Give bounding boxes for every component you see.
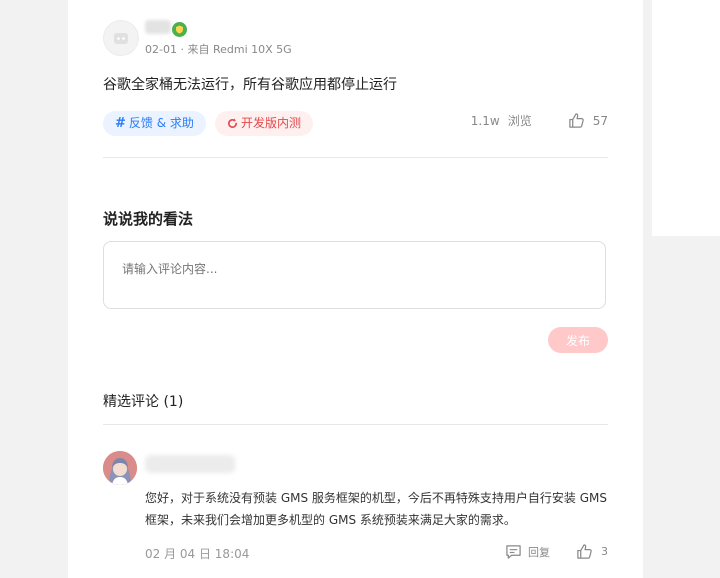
sidebar-panel (652, 0, 720, 236)
commenter-avatar[interactable] (103, 451, 137, 485)
reply-label: 回复 (528, 545, 550, 559)
post-content: 谷歌全家桶无法运行，所有谷歌应用都停止运行 (103, 77, 397, 93)
comment-text: 您好，对于系统没有预装 GMS 服务框架的机型，今后不再特殊支持用户自行安装 G… (145, 491, 607, 527)
default-avatar-icon (114, 33, 128, 44)
reply-section-title: 说说我的看法 (103, 210, 194, 228)
author-name-redacted[interactable] (145, 20, 171, 34)
views-count: 1.1w (470, 113, 500, 128)
tag-label: 反馈 & 求助 (128, 116, 194, 130)
like-count: 57 (592, 113, 608, 128)
refresh-icon (228, 118, 237, 128)
reply-button[interactable]: 回复 (505, 544, 550, 560)
comment-input[interactable] (103, 241, 606, 309)
thumbs-up-icon (568, 113, 584, 128)
thumbs-up-icon (577, 544, 592, 559)
divider (103, 157, 608, 158)
author-avatar[interactable] (103, 20, 139, 56)
comment-icon (506, 544, 521, 559)
featured-comments-title: 精选评论 (1) (103, 394, 184, 410)
post-meta: 02-01 · 来自 Redmi 10X 5G (145, 43, 292, 56)
post-stats: 1.1w 浏览 57 (471, 112, 608, 129)
submit-comment-button[interactable]: 发布 (548, 327, 608, 353)
tag-dev-beta[interactable]: 开发版内测 (215, 111, 314, 136)
verified-badge-icon (172, 22, 187, 37)
comment-date: 02 月 04 日 18:04 (145, 547, 250, 561)
tag-feedback[interactable]: # 反馈 & 求助 (103, 111, 206, 136)
commenter-name-redacted[interactable] (145, 455, 235, 473)
comment-like-button[interactable]: 3 (576, 543, 608, 560)
post-card: 02-01 · 来自 Redmi 10X 5G 谷歌全家桶无法运行，所有谷歌应用… (68, 0, 643, 578)
divider (103, 424, 608, 425)
tag-label: 开发版内测 (241, 116, 302, 130)
like-button[interactable]: 57 (568, 112, 608, 129)
comment-like-count: 3 (601, 545, 608, 558)
hash-icon: # (115, 116, 126, 131)
views-label: 浏览 (507, 114, 532, 128)
comment-actions: 回复 3 (505, 543, 608, 560)
